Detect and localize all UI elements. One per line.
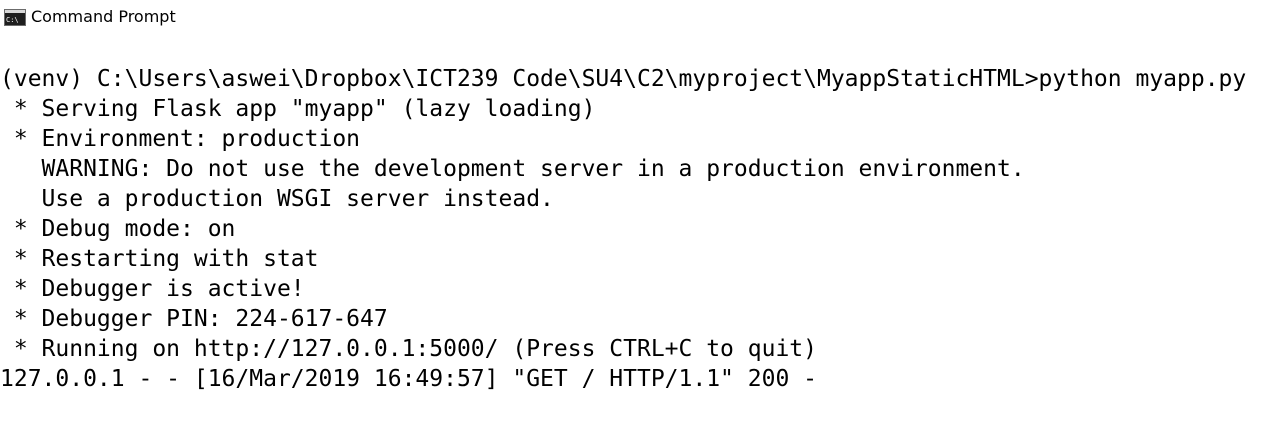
console-line: * Running on http://127.0.0.1:5000/ (Pre… xyxy=(0,336,817,362)
console-line: (venv) C:\Users\aswei\Dropbox\ICT239 Cod… xyxy=(0,66,1247,92)
console-line: * Environment: production xyxy=(0,126,361,152)
console-line: * Debugger is active! xyxy=(0,276,305,302)
command-prompt-window: C:\ Command Prompt (venv) C:\Users\aswei… xyxy=(0,0,1283,426)
console-line: 127.0.0.1 - - [16/Mar/2019 16:49:57] "GE… xyxy=(0,366,817,392)
console-line: WARNING: Do not use the development serv… xyxy=(0,156,1025,182)
title-bar[interactable]: C:\ Command Prompt xyxy=(0,0,1283,34)
console-line: * Debug mode: on xyxy=(0,216,236,242)
console-line: Use a production WSGI server instead. xyxy=(0,186,554,212)
console-line: * Debugger PIN: 224-617-647 xyxy=(0,306,388,332)
window-title: Command Prompt xyxy=(31,7,176,26)
console-icon: C:\ xyxy=(4,9,26,26)
console-line: * Serving Flask app "myapp" (lazy loadin… xyxy=(0,96,596,122)
svg-text:C:\: C:\ xyxy=(6,16,19,24)
console-line: * Restarting with stat xyxy=(0,246,319,272)
console-output[interactable]: (venv) C:\Users\aswei\Dropbox\ICT239 Cod… xyxy=(0,64,1283,404)
